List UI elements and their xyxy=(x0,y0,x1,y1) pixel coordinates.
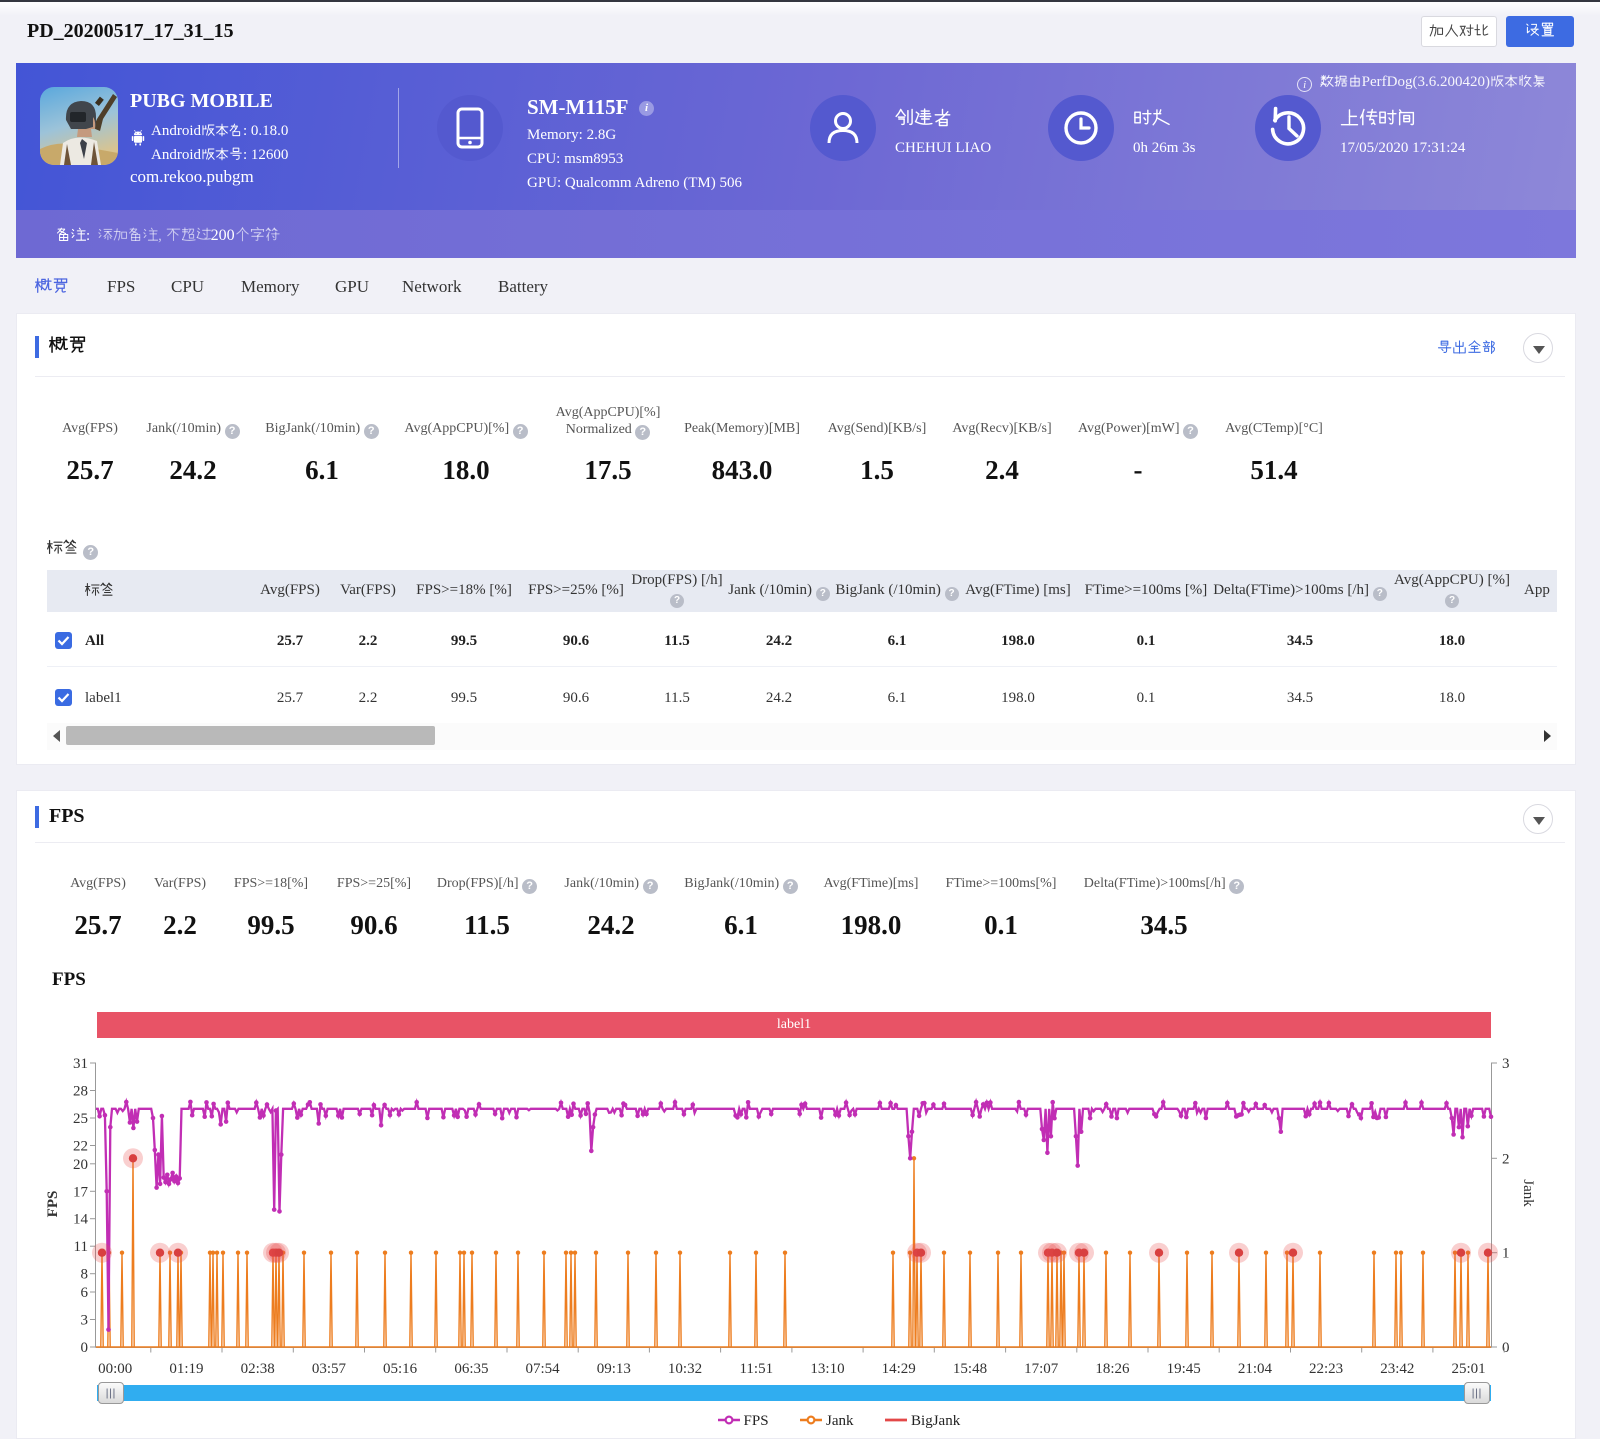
svg-text:22:23: 22:23 xyxy=(1309,1361,1343,1377)
svg-text:10:32: 10:32 xyxy=(668,1361,702,1377)
svg-text:19:45: 19:45 xyxy=(1167,1361,1201,1377)
svg-text:FPS: FPS xyxy=(45,1191,61,1218)
svg-text:07:54: 07:54 xyxy=(526,1361,561,1377)
svg-text:06:35: 06:35 xyxy=(454,1361,488,1377)
svg-text:23:42: 23:42 xyxy=(1380,1361,1414,1377)
svg-text:22: 22 xyxy=(73,1139,88,1155)
svg-text:13:10: 13:10 xyxy=(810,1361,844,1377)
svg-text:14:29: 14:29 xyxy=(882,1361,916,1377)
svg-text:6: 6 xyxy=(81,1285,89,1301)
svg-text:25:01: 25:01 xyxy=(1452,1361,1486,1377)
svg-text:14: 14 xyxy=(73,1212,89,1228)
svg-text:3: 3 xyxy=(81,1313,89,1329)
svg-text:0: 0 xyxy=(81,1340,89,1356)
svg-text:17: 17 xyxy=(73,1184,89,1200)
svg-text:21:04: 21:04 xyxy=(1238,1361,1273,1377)
svg-text:02:38: 02:38 xyxy=(241,1361,275,1377)
svg-text:01:19: 01:19 xyxy=(169,1361,203,1377)
svg-text:05:16: 05:16 xyxy=(383,1361,418,1377)
svg-text:11:51: 11:51 xyxy=(739,1361,773,1377)
svg-text:0: 0 xyxy=(1502,1340,1510,1356)
svg-text:25: 25 xyxy=(73,1111,88,1127)
svg-text:31: 31 xyxy=(73,1056,88,1072)
svg-text:28: 28 xyxy=(73,1084,88,1100)
svg-text:8: 8 xyxy=(81,1267,89,1283)
svg-text:09:13: 09:13 xyxy=(597,1361,631,1377)
svg-text:3: 3 xyxy=(1502,1056,1510,1072)
svg-text:03:57: 03:57 xyxy=(312,1361,347,1377)
svg-text:17:07: 17:07 xyxy=(1024,1361,1059,1377)
svg-text:18:26: 18:26 xyxy=(1095,1361,1130,1377)
svg-text:Jank: Jank xyxy=(1520,1179,1536,1207)
svg-text:15:48: 15:48 xyxy=(953,1361,987,1377)
svg-text:20: 20 xyxy=(73,1157,88,1173)
svg-text:00:00: 00:00 xyxy=(98,1361,132,1377)
svg-text:1: 1 xyxy=(1502,1246,1510,1262)
svg-text:2: 2 xyxy=(1502,1151,1510,1167)
svg-text:11: 11 xyxy=(74,1239,88,1255)
